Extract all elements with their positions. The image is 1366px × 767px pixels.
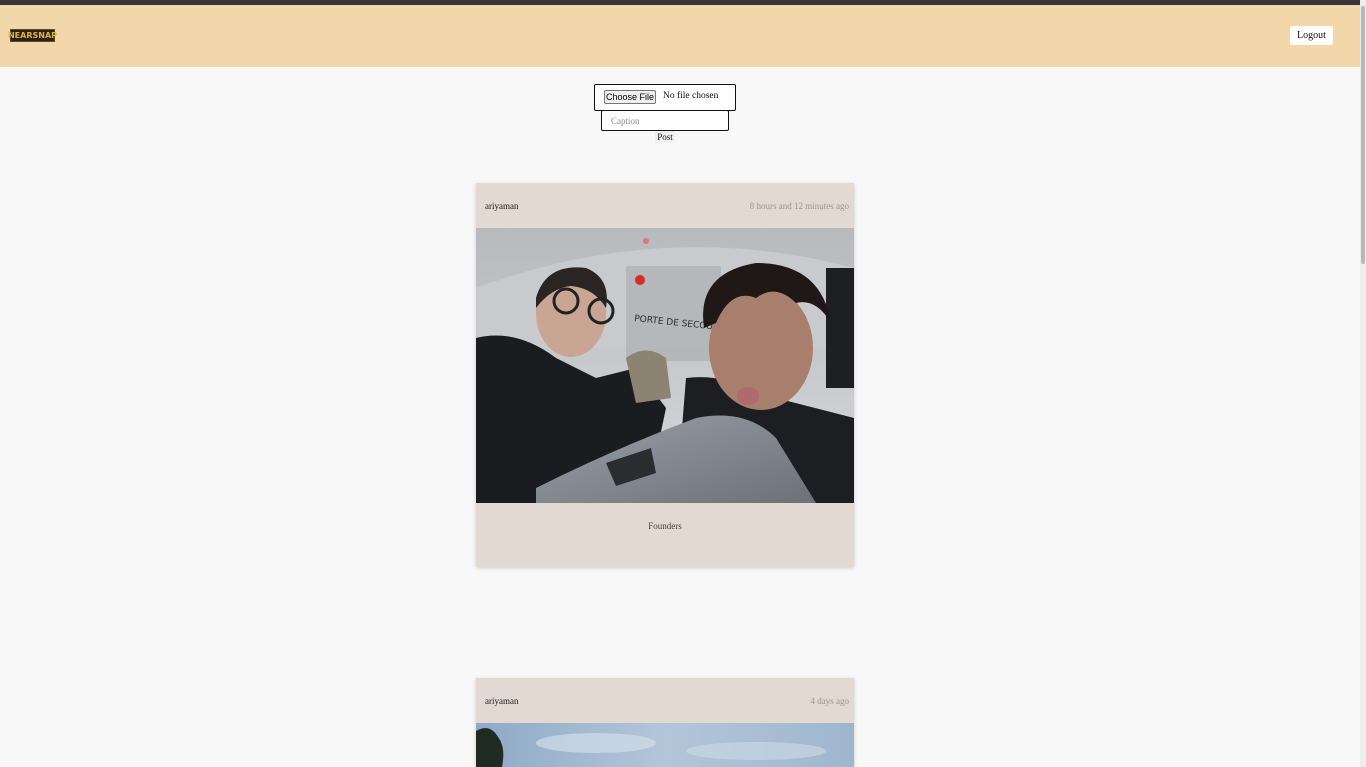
logo-text: NEARSNAP [7,30,58,40]
post-photo: PORTE DE SECOURS [476,228,854,503]
post-header: ariyaman 4 days ago [476,678,854,723]
post-header: ariyaman 8 hours and 12 minutes ago [476,183,854,228]
post-card: ariyaman 4 days ago [476,678,854,767]
post-photo [476,723,854,767]
nearsnap-logo[interactable]: NEARSNAP [7,29,58,42]
logout-button[interactable]: Logout [1290,26,1333,45]
post-timestamp: 4 days ago [810,696,850,706]
post-timestamp: 8 hours and 12 minutes ago [749,201,849,211]
post-username: ariyaman [485,201,519,211]
post-username: ariyaman [485,696,519,706]
post-caption: Founders [648,521,682,531]
file-status-text: No file chosen [663,91,719,101]
post-card: ariyaman 8 hours and 12 minutes ago PORT… [476,183,854,567]
file-input[interactable]: Choose File No file chosen [594,84,736,111]
caption-input[interactable] [601,110,729,131]
post-button[interactable]: Post [655,131,675,143]
choose-file-button[interactable]: Choose File [604,90,656,104]
scrollbar-thumb[interactable] [1361,6,1365,264]
app-header: NEARSNAP Logout [0,5,1360,67]
page-scrollbar[interactable] [1360,0,1366,767]
